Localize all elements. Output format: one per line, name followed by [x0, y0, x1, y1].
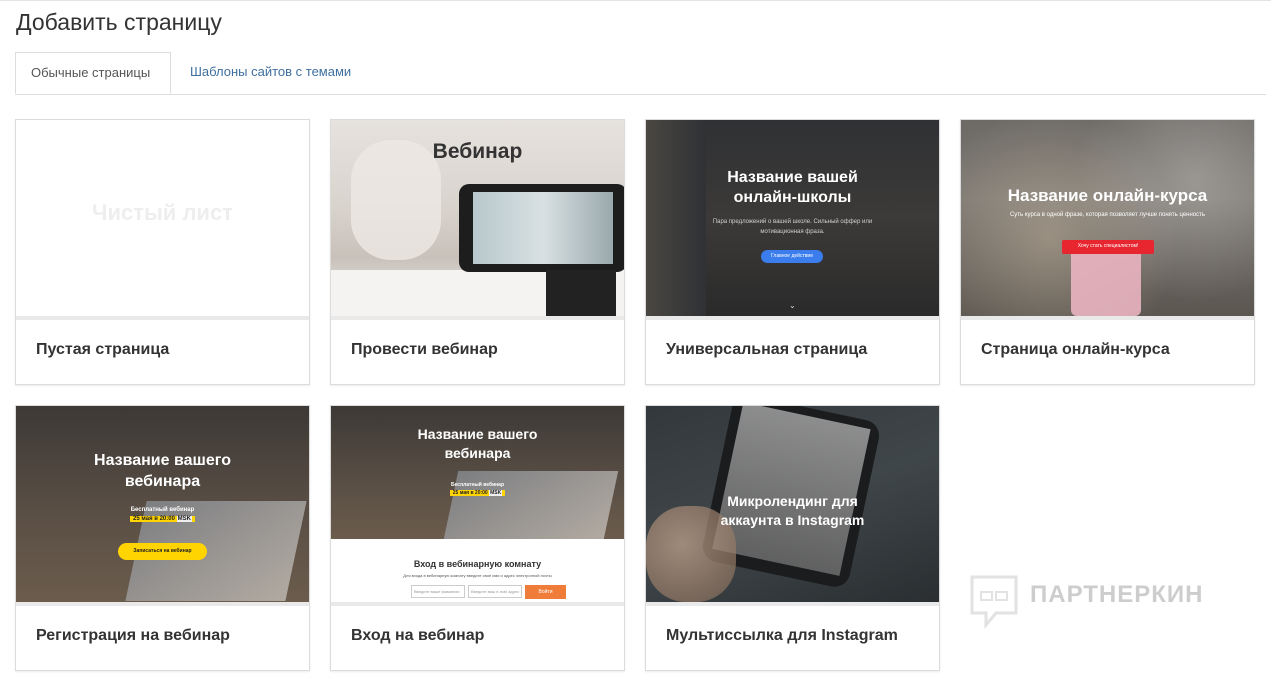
thumb-date: 25 мая в 20:00 MSK — [16, 516, 309, 522]
thumb-title: Название вашей онлайн-школы — [646, 168, 939, 208]
card-divider — [961, 316, 1254, 320]
card-divider — [331, 602, 624, 606]
template-card-webinar[interactable]: Вебинар Провести вебинар — [330, 119, 625, 385]
card-label: Мультиссылка для Instagram — [666, 627, 898, 644]
thumb-title-line: Название вашей — [727, 169, 858, 186]
thumb-title: Название вашего вебинара — [331, 425, 624, 463]
tz-text: MSK — [489, 490, 503, 496]
template-thumbnail: Название онлайн-курса Суть курса в одной… — [961, 120, 1254, 316]
page-title: Добавить страницу — [16, 9, 222, 35]
template-card-instagram-multilink[interactable]: Микролендинг для аккаунта в Instagram Му… — [645, 405, 940, 671]
thumb-title: Вебинар — [432, 140, 523, 163]
template-thumbnail: Чистый лист — [16, 120, 309, 316]
chevron-down-icon: ⌄ — [789, 301, 796, 310]
card-divider — [331, 316, 624, 320]
card-divider — [16, 602, 309, 606]
thumb-title-line: аккаунта в Instagram — [720, 512, 865, 528]
template-thumbnail: Микролендинг для аккаунта в Instagram — [646, 406, 939, 602]
tripod-icon — [546, 270, 616, 316]
thumb-subtitle: Суть курса в одной фразе, которая позвол… — [1009, 212, 1206, 218]
phone-screen — [473, 192, 613, 264]
thumb-title: Название онлайн-курса — [1007, 186, 1208, 205]
card-label: Регистрация на вебинар — [36, 627, 230, 644]
thumb-room-title: Вход в вебинарную комнату — [413, 559, 542, 569]
date-text: 25 мая в 20:00 — [133, 516, 175, 522]
template-card-online-course[interactable]: Название онлайн-курса Суть курса в одной… — [960, 119, 1255, 385]
template-card-blank[interactable]: Чистый лист Пустая страница — [15, 119, 310, 385]
template-card-webinar-registration[interactable]: Название вашего вебинара Бесплатный веби… — [15, 405, 310, 671]
date-text: 25 мая в 20:00 — [452, 490, 488, 496]
card-divider — [646, 602, 939, 606]
thumb-cta-button: Главное действие — [761, 250, 823, 263]
thumb-title: Название вашего вебинара — [16, 450, 309, 492]
thumb-placeholder-text: Чистый лист — [92, 200, 233, 225]
top-divider — [0, 0, 1271, 1]
card-label: Вход на вебинар — [351, 627, 485, 644]
tab-bar: Обычные страницы Шаблоны сайтов с темами — [15, 52, 1266, 95]
thumb-title-line: онлайн-школы — [733, 189, 852, 206]
phone-icon — [459, 184, 624, 272]
template-card-universal[interactable]: Название вашей онлайн-школы Пара предлож… — [645, 119, 940, 385]
thumb-enter-button: Войти — [525, 585, 566, 599]
thumb-date: 25 мая в 20:00 MSK — [331, 490, 624, 496]
thumb-title-line: Название вашего — [417, 426, 538, 442]
card-divider — [16, 316, 309, 320]
thumb-name-field: Введите ваше фамилию — [411, 585, 465, 598]
watermark-logo-icon — [970, 575, 1018, 629]
thumb-free-label: Бесплатный вебинар — [450, 482, 504, 488]
template-thumbnail: Название вашего вебинара Бесплатный веби… — [16, 406, 309, 602]
thumb-title-line: вебинара — [124, 473, 201, 490]
tab-site-templates[interactable]: Шаблоны сайтов с темами — [175, 52, 366, 93]
card-label: Пустая страница — [36, 341, 170, 358]
thumb-cta-button: Записаться на вебинар — [118, 543, 207, 560]
tab-regular-pages[interactable]: Обычные страницы — [15, 52, 171, 94]
thumb-subtitle: Пара предложений о вашей школе. Сильный … — [712, 219, 873, 235]
thumb-title-line: вебинара — [444, 445, 511, 461]
card-divider — [646, 316, 939, 320]
thumb-email-field: Введите ваш e-mail адрес — [468, 585, 522, 598]
card-label: Универсальная страница — [666, 341, 868, 358]
thumb-free-label: Бесплатный вебинар — [130, 507, 195, 513]
thumb-title-line: Микролендинг для — [727, 493, 858, 509]
tz-text: MSK — [176, 516, 192, 522]
template-thumbnail: Название вашего вебинара Бесплатный веби… — [331, 406, 624, 602]
thumb-person-shape — [1071, 248, 1141, 316]
thumb-title-line: Название вашего — [94, 452, 231, 469]
thumb-room-subtitle: Для входа в вебинарную комнату введите с… — [403, 573, 552, 578]
template-thumbnail: Название вашей онлайн-школы Пара предлож… — [646, 120, 939, 316]
card-label: Страница онлайн-курса — [981, 341, 1170, 358]
watermark-text: ПАРТНЕРКИН — [1030, 581, 1204, 608]
card-label: Провести вебинар — [351, 341, 498, 358]
template-card-webinar-entry[interactable]: Название вашего вебинара Бесплатный веби… — [330, 405, 625, 671]
thumb-cta-button: Хочу стать специалистом! — [1062, 240, 1154, 254]
thumb-title: Микролендинг для аккаунта в Instagram — [646, 492, 939, 530]
template-thumbnail: Вебинар — [331, 120, 624, 316]
